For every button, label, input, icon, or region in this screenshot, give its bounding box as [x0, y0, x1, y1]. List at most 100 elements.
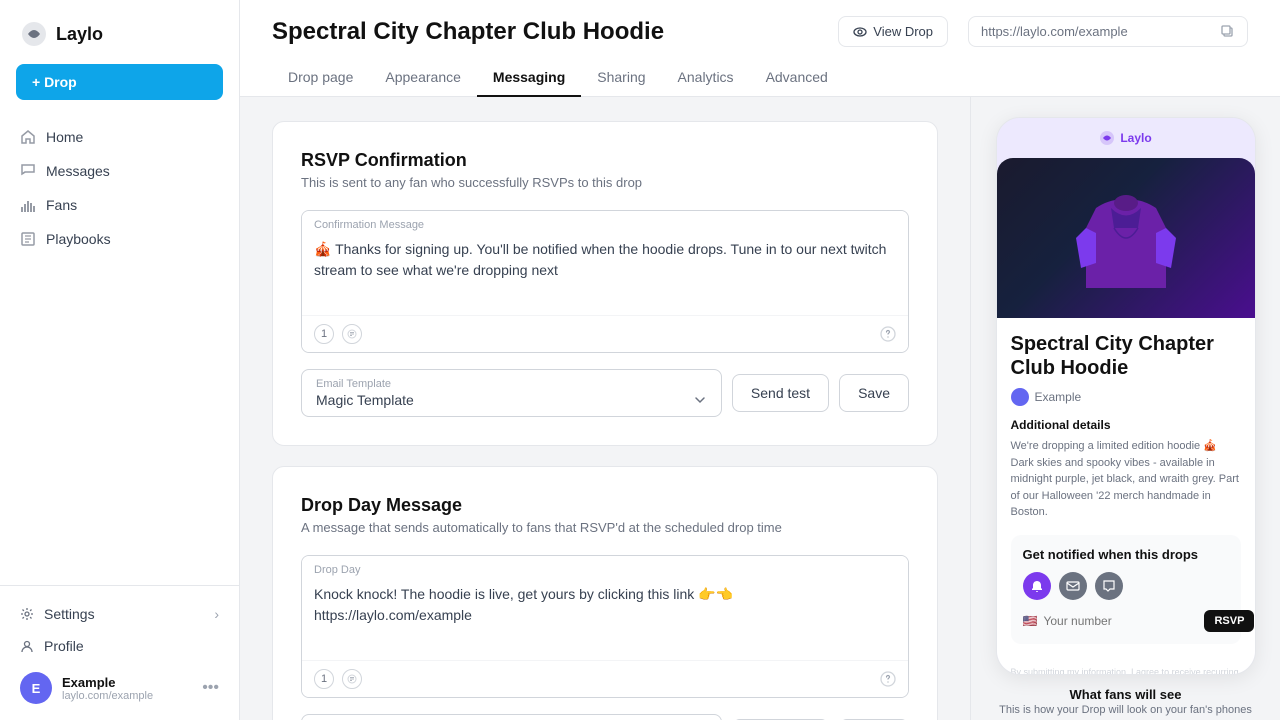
rsvp-message-meta: 1	[314, 324, 362, 344]
content-area: RSVP Confirmation This is sent to any fa…	[240, 97, 1280, 720]
notify-title: Get notified when this drops	[1023, 547, 1229, 562]
user-profile[interactable]: E Example laylo.com/example •••	[16, 662, 223, 708]
drop-day-template-select[interactable]: Email Template Magic Template	[301, 714, 722, 720]
header: Spectral City Chapter Club Hoodie View D…	[240, 0, 1280, 97]
rsvp-help-icon[interactable]	[880, 326, 896, 342]
drop-day-sms-icon	[342, 669, 362, 689]
rsvp-template-row: Email Template Magic Template Send test …	[301, 369, 909, 417]
page-title: Spectral City Chapter Club Hoodie	[272, 18, 818, 46]
additional-details-label: Additional details	[1011, 418, 1241, 432]
rsvp-sms-icon	[342, 324, 362, 344]
rsvp-title: RSVP Confirmation	[301, 150, 909, 171]
drop-day-message-footer: 1	[302, 660, 908, 697]
hoodie-image	[997, 158, 1255, 318]
eye-icon	[853, 25, 867, 39]
phone-body: Spectral City Chapter Club Hoodie Exampl…	[997, 158, 1255, 675]
view-drop-label: View Drop	[873, 24, 933, 39]
sidebar-nav: Home Messages Fans Playbooks	[0, 116, 239, 585]
drop-author: Example	[1011, 388, 1241, 406]
sidebar-playbooks-label: Playbooks	[46, 231, 111, 247]
country-flag: 🇺🇸	[1023, 614, 1038, 628]
user-url: laylo.com/example	[62, 690, 192, 702]
sidebar-logo: Laylo	[0, 0, 239, 64]
tab-appearance[interactable]: Appearance	[369, 59, 477, 97]
drop-day-message-textarea[interactable]	[302, 580, 908, 655]
notify-push-icon	[1023, 572, 1051, 600]
user-menu-icon[interactable]: •••	[202, 679, 219, 697]
phone-logo: Laylo	[1099, 130, 1151, 146]
settings-icon	[20, 607, 34, 621]
rsvp-message-box: Confirmation Message 1	[301, 210, 909, 353]
playbooks-icon	[20, 231, 36, 247]
rsvp-send-test-button[interactable]: Send test	[732, 374, 829, 412]
rsvp-message-footer: 1	[302, 315, 908, 352]
right-panel: Laylo	[970, 97, 1280, 720]
sidebar-home-label: Home	[46, 129, 83, 145]
sidebar-bottom: Settings › Profile E Example laylo.com/e…	[0, 585, 239, 720]
rsvp-template-select[interactable]: Email Template Magic Template	[301, 369, 722, 417]
tab-advanced[interactable]: Advanced	[750, 59, 844, 97]
author-avatar	[1011, 388, 1029, 406]
phone-logo-text: Laylo	[1120, 131, 1151, 145]
rsvp-button[interactable]: RSVP	[1204, 610, 1254, 632]
settings-label: Settings	[44, 606, 95, 622]
home-icon	[20, 129, 36, 145]
new-drop-button[interactable]: + Drop	[16, 64, 223, 100]
main: Spectral City Chapter Club Hoodie View D…	[240, 0, 1280, 720]
phone-number-input[interactable]	[1043, 614, 1198, 628]
profile-label: Profile	[44, 638, 84, 654]
tab-analytics[interactable]: Analytics	[662, 59, 750, 97]
sidebar: Laylo + Drop Home Messages Fans	[0, 0, 240, 720]
drop-day-message-box: Drop Day 1	[301, 555, 909, 698]
phone-header: Laylo	[997, 118, 1255, 158]
notify-sms-icon	[1095, 572, 1123, 600]
profile-item[interactable]: Profile	[16, 630, 223, 662]
fans-icon	[20, 197, 36, 213]
fans-will-see-title: What fans will see	[999, 687, 1252, 702]
drop-day-message-meta: 1	[314, 669, 362, 689]
rsvp-char-count: 1	[314, 324, 334, 344]
sidebar-logo-text: Laylo	[56, 24, 103, 45]
main-content: RSVP Confirmation This is sent to any fa…	[240, 97, 970, 720]
rsvp-message-textarea[interactable]	[302, 235, 908, 310]
tab-messaging[interactable]: Messaging	[477, 59, 581, 97]
drop-day-card: Drop Day Message A message that sends au…	[272, 466, 938, 720]
phone-content: Spectral City Chapter Club Hoodie Exampl…	[997, 318, 1255, 660]
author-name: Example	[1035, 390, 1082, 404]
rsvp-template-value: Magic Template	[316, 392, 693, 408]
messages-icon	[20, 163, 36, 179]
view-drop-button[interactable]: View Drop	[838, 16, 948, 47]
phone-laylo-icon	[1099, 130, 1115, 146]
preview-drop-title: Spectral City Chapter Club Hoodie	[1011, 332, 1241, 380]
notify-email-icon	[1059, 572, 1087, 600]
drop-desc: We're dropping a limited edition hoodie …	[1011, 438, 1241, 521]
tab-drop-page[interactable]: Drop page	[272, 59, 369, 97]
drop-day-title: Drop Day Message	[301, 495, 909, 516]
user-name: Example	[62, 675, 192, 690]
fans-will-see-subtitle: This is how your Drop will look on your …	[999, 704, 1252, 716]
sidebar-item-fans[interactable]: Fans	[0, 188, 239, 222]
sidebar-item-messages[interactable]: Messages	[0, 154, 239, 188]
phone-disclaimer: By submitting my information, I agree to…	[997, 660, 1255, 676]
rsvp-save-button[interactable]: Save	[839, 374, 909, 412]
profile-icon	[20, 639, 34, 653]
tab-sharing[interactable]: Sharing	[581, 59, 661, 97]
copy-icon[interactable]	[1221, 25, 1235, 39]
rsvp-message-label: Confirmation Message	[302, 211, 908, 235]
settings-chevron-icon: ›	[214, 606, 219, 622]
settings-item[interactable]: Settings ›	[16, 598, 223, 630]
drop-day-help-icon[interactable]	[880, 671, 896, 687]
drop-day-message-label: Drop Day	[302, 556, 908, 580]
phone-preview: Laylo	[996, 117, 1256, 675]
avatar: E	[20, 672, 52, 704]
url-text: https://laylo.com/example	[981, 24, 1213, 39]
notify-section: Get notified when this drops	[1011, 535, 1241, 644]
rsvp-confirmation-card: RSVP Confirmation This is sent to any fa…	[272, 121, 938, 446]
hoodie-svg	[1076, 178, 1176, 298]
url-bar: https://laylo.com/example	[968, 16, 1248, 47]
user-info: Example laylo.com/example	[62, 675, 192, 702]
sidebar-item-home[interactable]: Home	[0, 120, 239, 154]
tab-bar: Drop page Appearance Messaging Sharing A…	[272, 59, 1248, 96]
rsvp-template-label: Email Template	[316, 378, 707, 390]
sidebar-item-playbooks[interactable]: Playbooks	[0, 222, 239, 256]
